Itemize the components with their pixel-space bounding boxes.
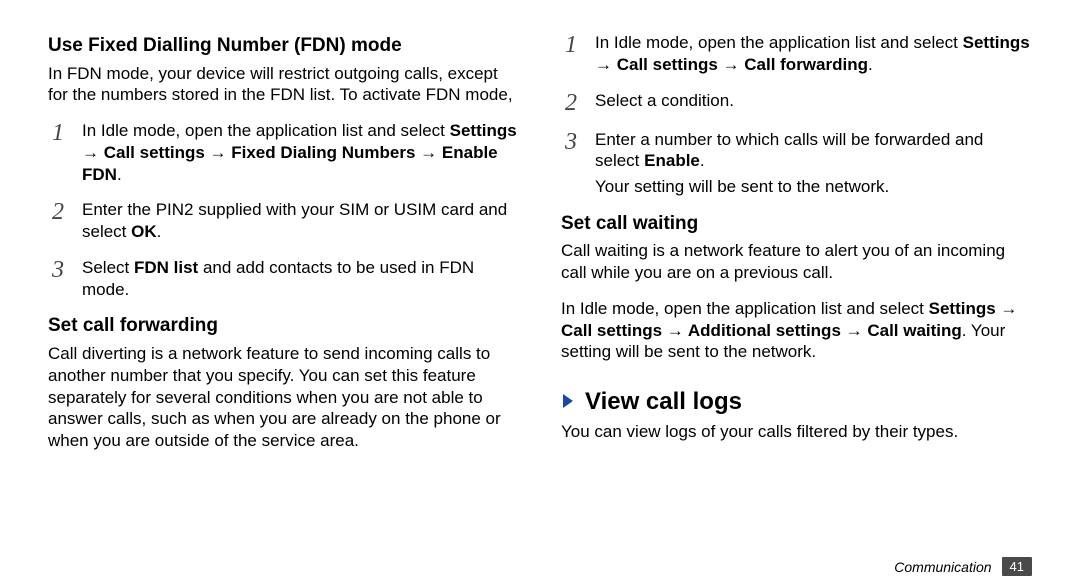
ui-label: FDN list [134, 258, 198, 277]
fdn-intro-text: In FDN mode, your device will restrict o… [48, 63, 519, 107]
text-part: In Idle mode, open the application list … [561, 299, 929, 318]
step-number: 3 [48, 257, 68, 282]
step-text: Select a condition. [595, 90, 1032, 112]
fwd-step-1: 1 In Idle mode, open the application lis… [561, 32, 1032, 76]
manual-page: Use Fixed Dialling Number (FDN) mode In … [0, 0, 1080, 586]
ui-label: Enable [644, 151, 700, 170]
step-number: 2 [48, 199, 68, 224]
left-column: Use Fixed Dialling Number (FDN) mode In … [48, 32, 519, 466]
text-part: In Idle mode, open the application list … [82, 121, 450, 140]
step-text: In Idle mode, open the application list … [595, 32, 1032, 76]
view-call-logs-body: You can view logs of your calls filtered… [561, 421, 1032, 443]
forwarding-steps-list: 1 In Idle mode, open the application lis… [561, 32, 1032, 198]
step-text: Enter a number to which calls will be fo… [595, 129, 1032, 198]
text-part: . [117, 165, 122, 184]
step-text: In Idle mode, open the application list … [82, 120, 519, 185]
step-text: Select FDN list and add contacts to be u… [82, 257, 519, 301]
heading-call-waiting: Set call waiting [561, 212, 1032, 237]
step-number: 1 [48, 120, 68, 145]
text-part: In Idle mode, open the application list … [595, 33, 963, 52]
step-number: 3 [561, 129, 581, 154]
step-tail-text: Your setting will be sent to the network… [595, 176, 1032, 198]
step-number: 1 [561, 32, 581, 57]
fdn-step-2: 2 Enter the PIN2 supplied with your SIM … [48, 199, 519, 243]
step-number: 2 [561, 90, 581, 115]
heading-view-call-logs: View call logs [585, 387, 742, 417]
ui-label: OK [131, 222, 157, 241]
footer-section-name: Communication [894, 559, 991, 575]
page-footer: Communication 41 [894, 557, 1032, 576]
call-waiting-body: Call waiting is a network feature to ale… [561, 240, 1032, 284]
section-header-view-call-logs: View call logs [561, 387, 1032, 417]
call-forwarding-body: Call diverting is a network feature to s… [48, 343, 519, 452]
fwd-step-2: 2 Select a condition. [561, 90, 1032, 115]
chevron-right-icon [561, 392, 575, 410]
text-part: . [868, 55, 873, 74]
text-part: . [700, 151, 705, 170]
text-part: Select [82, 258, 134, 277]
step-text: Enter the PIN2 supplied with your SIM or… [82, 199, 519, 243]
fdn-step-1: 1 In Idle mode, open the application lis… [48, 120, 519, 185]
two-column-layout: Use Fixed Dialling Number (FDN) mode In … [48, 32, 1032, 466]
heading-call-forwarding: Set call forwarding [48, 314, 519, 339]
text-part: . [157, 222, 162, 241]
call-waiting-instructions: In Idle mode, open the application list … [561, 298, 1032, 363]
footer-page-number: 41 [1002, 557, 1032, 576]
right-column: 1 In Idle mode, open the application lis… [561, 32, 1032, 466]
fdn-steps-list: 1 In Idle mode, open the application lis… [48, 120, 519, 300]
fwd-step-3: 3 Enter a number to which calls will be … [561, 129, 1032, 198]
fdn-step-3: 3 Select FDN list and add contacts to be… [48, 257, 519, 301]
heading-fdn-mode: Use Fixed Dialling Number (FDN) mode [48, 34, 519, 59]
